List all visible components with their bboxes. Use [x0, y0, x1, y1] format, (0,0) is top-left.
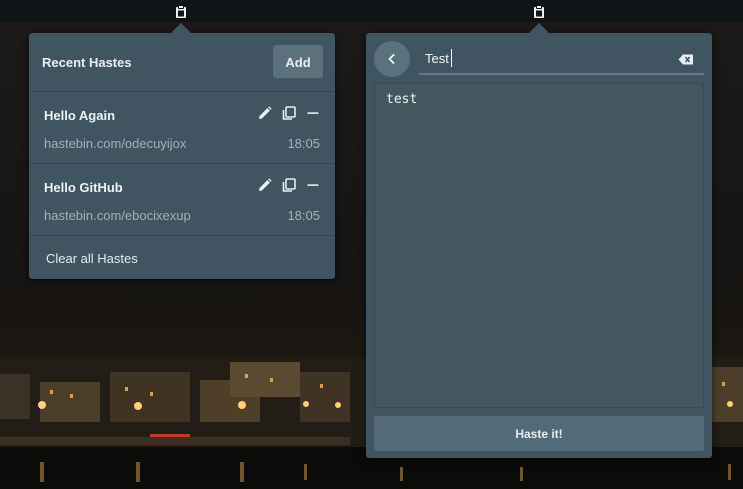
recent-header: Recent Hastes Add	[29, 33, 335, 92]
copy-icon[interactable]	[281, 177, 297, 193]
remove-icon[interactable]	[305, 105, 321, 121]
row-actions	[257, 105, 321, 121]
haste-row[interactable]: Hello Again hastebin.com/odecuyijox 18:0…	[29, 92, 335, 164]
haste-url[interactable]: hastebin.com/ebocixexup	[44, 208, 191, 223]
clear-text-icon[interactable]	[678, 52, 694, 70]
haste-time: 18:05	[287, 136, 320, 151]
clipboard-icon[interactable]	[532, 4, 546, 19]
edit-icon[interactable]	[257, 105, 273, 121]
chevron-left-icon	[386, 53, 398, 65]
add-button[interactable]: Add	[273, 45, 323, 79]
haste-editor-popover: Test test Haste it!	[366, 23, 712, 458]
text-cursor	[451, 49, 452, 67]
edit-icon[interactable]	[257, 177, 273, 193]
back-button[interactable]	[374, 41, 410, 77]
recent-hastes-popover: Recent Hastes Add Hello Again hastebin.c…	[29, 23, 335, 280]
top-panel	[0, 0, 743, 22]
haste-it-button[interactable]: Haste it!	[374, 416, 704, 451]
popover-arrow	[529, 23, 549, 33]
haste-url[interactable]: hastebin.com/odecuyijox	[44, 136, 186, 151]
copy-icon[interactable]	[281, 105, 297, 121]
remove-icon[interactable]	[305, 177, 321, 193]
recent-hastes-title: Recent Hastes	[42, 54, 132, 70]
haste-title: Hello Again	[44, 108, 116, 123]
haste-title-input[interactable]: Test	[425, 51, 665, 66]
clear-all-button[interactable]: Clear all Hastes	[29, 236, 335, 280]
haste-time: 18:05	[287, 208, 320, 223]
popover-arrow	[171, 23, 191, 33]
haste-title-field[interactable]: Test	[419, 45, 704, 75]
row-actions	[257, 177, 321, 193]
haste-body-textarea[interactable]: test	[374, 83, 704, 408]
haste-row[interactable]: Hello GitHub hastebin.com/ebocixexup 18:…	[29, 164, 335, 236]
haste-title: Hello GitHub	[44, 180, 123, 195]
clipboard-icon[interactable]	[174, 4, 188, 19]
